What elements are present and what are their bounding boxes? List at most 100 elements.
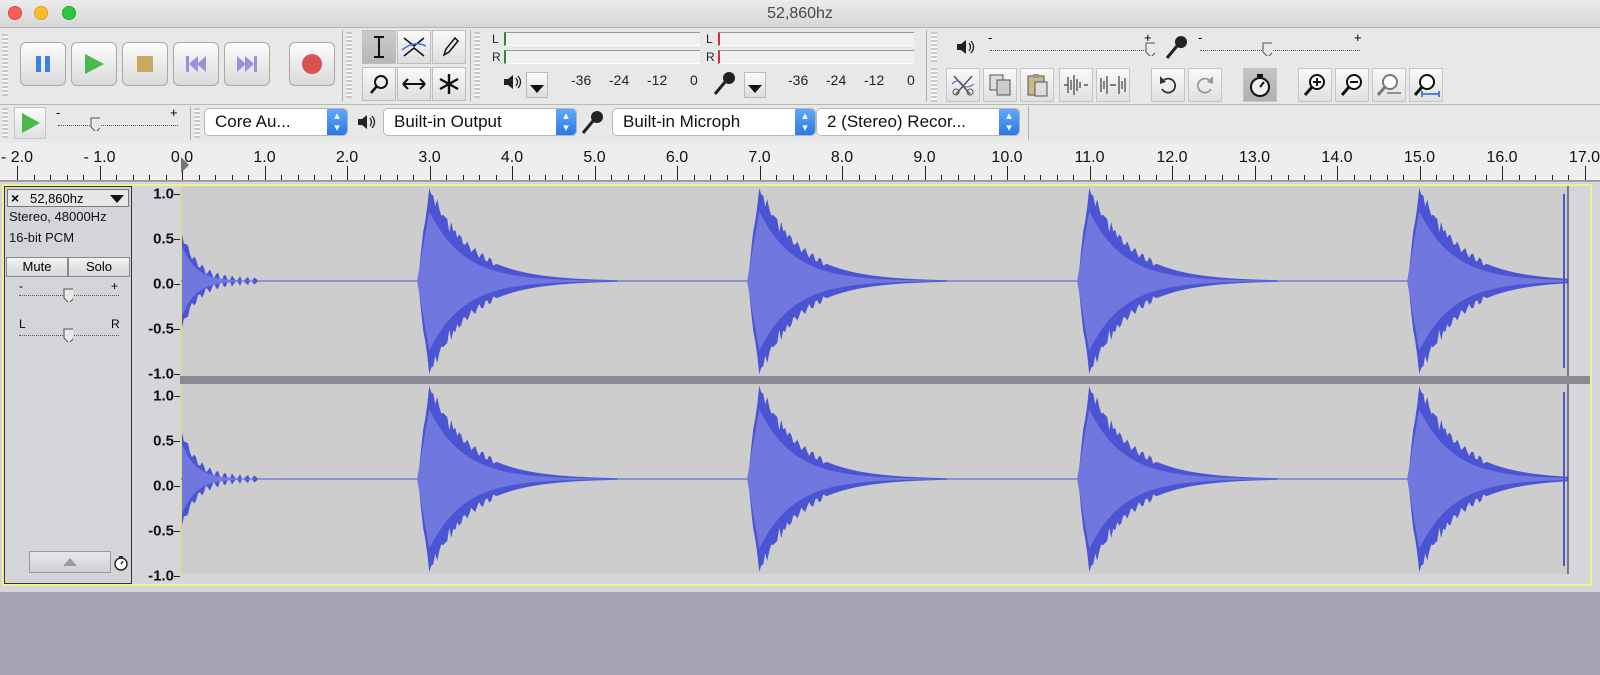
ruler-major-tick	[842, 166, 843, 180]
ruler-minor-tick	[1551, 175, 1553, 180]
play-icon	[85, 54, 104, 74]
playback-device-select[interactable]: Built-in Output ▴ ▾	[383, 108, 577, 136]
redo-button[interactable]	[1188, 68, 1222, 102]
play-button[interactable]	[71, 42, 117, 86]
ruler-minor-tick	[1386, 175, 1388, 180]
ruler-label: 13.0	[1238, 149, 1271, 166]
ruler-major-tick	[17, 166, 18, 180]
cut-button[interactable]	[946, 68, 980, 102]
playback-meter-tick: -36	[571, 72, 592, 88]
ruler-minor-tick	[231, 175, 233, 180]
tools-toolbar-grip[interactable]	[346, 32, 352, 98]
transport-toolbar-grip[interactable]	[2, 34, 8, 96]
ruler-label: 14.0	[1321, 149, 1353, 166]
ruler-minor-tick	[710, 175, 711, 180]
ruler-minor-tick	[446, 175, 447, 180]
zoom-tool-button[interactable]	[362, 67, 396, 101]
ruler-minor-tick	[462, 175, 464, 180]
timeline-ruler[interactable]: - 2.0- 1.0 0.0 1.0 2.0 3.0 4.0 5.0 6.0 7.0 8.0 9.0…	[0, 143, 1600, 181]
chevron-down-icon	[748, 85, 762, 93]
pause-button[interactable]	[20, 42, 66, 86]
ruler-minor-tick	[957, 175, 959, 180]
record-meter-menu-button[interactable]	[744, 72, 766, 98]
ruler-minor-tick	[743, 175, 744, 180]
playback-speed-slider[interactable]	[58, 125, 178, 126]
fit-project-button[interactable]	[1409, 68, 1443, 102]
device-toolbar-grip[interactable]	[194, 108, 200, 138]
draw-tool-button[interactable]	[432, 30, 466, 64]
play-at-speed-grip[interactable]	[2, 108, 8, 138]
playback-meter-left[interactable]	[504, 32, 700, 46]
ruler-minor-tick	[198, 175, 200, 180]
pencil-icon	[442, 36, 460, 57]
ruler-label: 7.0	[748, 149, 771, 166]
ruler-minor-tick	[281, 175, 282, 180]
play-at-speed-button[interactable]	[14, 107, 46, 139]
ruler-major-tick	[347, 166, 348, 180]
record-button[interactable]	[289, 42, 335, 86]
ruler-major-tick	[1007, 166, 1008, 180]
playback-meter-left-label: L	[492, 32, 499, 46]
recording-channels-select[interactable]: 2 (Stereo) Recor... ▴ ▾	[816, 108, 1020, 136]
timeshift-tool-button[interactable]	[397, 67, 431, 101]
zoom-in-button[interactable]	[1298, 68, 1332, 102]
envelope-tool-button[interactable]	[397, 30, 431, 64]
zoom-out-button[interactable]	[1335, 68, 1369, 102]
edit-toolbar-grip[interactable]	[931, 68, 937, 102]
output-volume-thumb[interactable]	[1145, 42, 1155, 56]
ruler-minor-tick	[974, 175, 975, 180]
record-meter-left[interactable]	[718, 32, 914, 46]
toolbar-separator	[926, 30, 927, 102]
ruler-minor-tick	[1436, 175, 1437, 180]
ruler-label: 4.0	[500, 149, 524, 166]
audio-host-select[interactable]: Core Au... ▴ ▾	[204, 108, 348, 136]
ruler-minor-tick	[578, 175, 579, 180]
input-volume-thumb[interactable]	[1262, 42, 1272, 56]
sync-lock-button[interactable]	[1243, 68, 1277, 102]
ruler-major-tick	[429, 166, 431, 180]
copy-button[interactable]	[983, 68, 1017, 102]
trim-button[interactable]	[1059, 68, 1093, 102]
playback-meter-menu-button[interactable]	[526, 72, 548, 98]
playhead-marker[interactable]	[181, 157, 189, 173]
speaker-icon	[957, 40, 975, 54]
ruler-major-tick	[924, 166, 926, 180]
selection-tool-button[interactable]	[362, 30, 396, 64]
microphone-icon	[1165, 36, 1187, 59]
record-meter-tick: -24	[826, 72, 847, 88]
skip-to-end-button[interactable]	[224, 42, 270, 86]
silence-button[interactable]	[1096, 68, 1130, 102]
ruler-label: 11.0	[1074, 149, 1105, 166]
ruler-minor-tick	[908, 175, 909, 180]
skip-to-start-button[interactable]	[173, 42, 219, 86]
ruler-minor-tick	[132, 175, 134, 180]
empty-project-area[interactable]	[0, 592, 1600, 675]
undo-button[interactable]	[1151, 68, 1185, 102]
ruler-major-tick	[759, 166, 761, 180]
i-beam-icon	[374, 36, 384, 58]
output-volume-slider[interactable]	[990, 50, 1148, 51]
recording-device-select[interactable]: Built-in Microph ▴ ▾	[612, 108, 816, 136]
trim-audio-icon	[1064, 75, 1088, 95]
ruler-minor-tick	[396, 175, 398, 180]
ruler-minor-tick	[380, 175, 381, 180]
record-meter-right[interactable]	[718, 50, 914, 64]
fit-selection-button[interactable]	[1372, 68, 1406, 102]
microphone-icon	[713, 72, 735, 95]
zoom-out-icon	[1340, 74, 1362, 96]
mixer-toolbar-grip[interactable]	[931, 32, 937, 62]
toolbar-separator	[470, 30, 471, 102]
ruler-minor-tick	[1073, 175, 1074, 180]
stop-button[interactable]	[122, 42, 168, 86]
ruler-minor-tick	[83, 175, 84, 180]
meter-toolbar-grip[interactable]	[474, 32, 480, 98]
ruler-label: - 1.0	[83, 149, 116, 166]
playback-meter-right[interactable]	[504, 50, 700, 64]
ruler-minor-tick	[1535, 175, 1536, 180]
playback-speed-thumb[interactable]	[90, 117, 100, 131]
paste-button[interactable]	[1020, 68, 1054, 102]
ruler-label: 9.0	[913, 149, 936, 166]
input-volume-slider[interactable]	[1200, 50, 1360, 51]
multi-tool-button[interactable]	[432, 67, 466, 101]
ruler-minor-tick	[1106, 175, 1107, 180]
